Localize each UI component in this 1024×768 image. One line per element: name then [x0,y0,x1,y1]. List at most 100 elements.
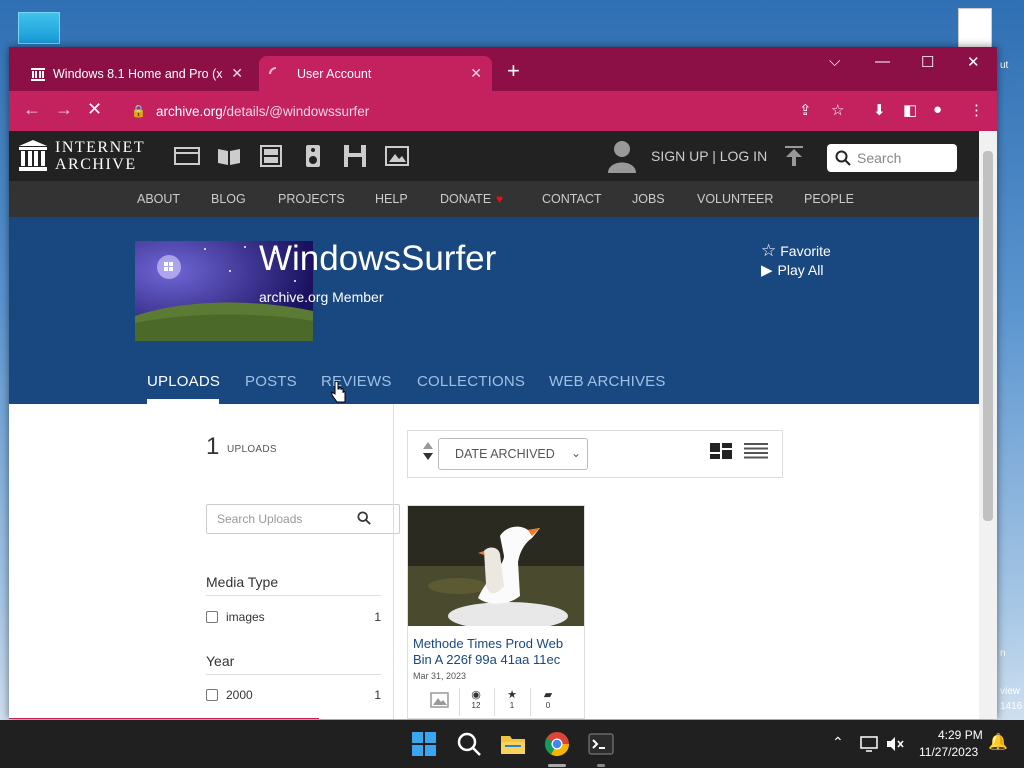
texts-icon[interactable] [216,145,242,167]
bottom-progress-line [9,718,319,719]
volume-muted-icon[interactable] [886,736,904,752]
favorite-label: Favorite [780,243,831,259]
web-icon[interactable] [174,145,200,167]
address-bar[interactable]: 🔒 archive.org/details/@windowssurfer [119,95,789,127]
upload-icon[interactable] [784,145,804,167]
new-tab-button[interactable]: + [507,59,520,83]
facet-label: images [226,610,265,624]
tab-uploads[interactable]: UPLOADS [147,373,220,390]
favorite-button[interactable]: ☆ Favorite [761,241,831,261]
item-tile[interactable]: Methode Times Prod Web Bin A 226f 99a 41… [407,505,585,719]
sort-select[interactable]: DATE ARCHIVED ⌄ [438,438,588,470]
list-view-icon[interactable] [744,443,768,459]
active-app-indicator [548,764,566,767]
bookmark-star-icon[interactable]: ☆ [831,101,844,119]
search-input[interactable]: Search [827,144,957,172]
grid-view-icon[interactable] [710,443,732,459]
archive-favicon-icon [31,67,45,81]
share-icon[interactable]: ⇪ [799,101,812,119]
scrollbar[interactable] [979,131,997,719]
logo-line1: INTERNET [55,139,146,156]
nav-help[interactable]: HELP [375,192,408,206]
play-icon: ▶ [761,262,773,279]
nav-projects[interactable]: PROJECTS [278,192,345,206]
search-icon[interactable] [455,730,483,758]
tab-search-chevron-icon[interactable]: ⌵ [829,53,840,70]
nav-contact[interactable]: CONTACT [542,192,602,206]
audio-icon[interactable] [300,145,326,167]
tab-user-account[interactable]: User Account ✕ [259,56,492,91]
favorites-count: 1 [509,701,515,710]
tab-posts[interactable]: POSTS [245,373,297,390]
logo-line2: ARCHIVE [55,156,137,173]
tab-collections[interactable]: COLLECTIONS [417,373,525,390]
close-window-button[interactable]: ✕ [967,53,980,71]
taskbar: ⌃ 4:29 PM 11/27/2023 🔔 [0,720,1024,768]
profile-icon[interactable]: ● [933,101,942,118]
terminal-icon[interactable] [587,730,615,758]
close-icon[interactable]: ✕ [470,65,482,82]
checkbox[interactable] [206,689,218,701]
eye-icon: ◉ [471,689,481,701]
software-icon[interactable] [342,145,368,167]
facet-row-2000[interactable]: 2000 1 [206,688,381,702]
chevron-up-icon[interactable]: ⌃ [832,734,844,751]
notification-bell-icon[interactable]: 🔔 [988,732,1008,752]
chrome-icon[interactable] [543,730,571,758]
play-all-button[interactable]: ▶ Play All [761,261,823,279]
reviews-count: 0 [545,701,551,710]
download-icon[interactable]: ⬇ [873,101,886,119]
video-icon[interactable] [258,145,284,167]
maximize-button[interactable]: ☐ [921,53,934,71]
column-divider [393,404,394,719]
loading-spinner-icon [269,66,277,74]
uploads-sidebar: 1 UPLOADS Search Uploads Media Type imag… [9,404,400,719]
stop-loading-button[interactable]: ✕ [87,99,102,120]
tab-windows-81[interactable]: Windows 8.1 Home and Pro (x8 ✕ [21,56,253,91]
divider [206,595,381,596]
nav-people[interactable]: PEOPLE [804,192,854,206]
close-icon[interactable]: ✕ [231,65,243,82]
minimize-button[interactable]: — [875,53,890,70]
file-explorer-icon[interactable] [499,730,527,758]
forward-button[interactable]: → [55,99,73,120]
signup-label: SIGN UP | LOG IN [651,148,768,164]
network-icon[interactable] [860,736,878,752]
search-placeholder: Search [857,150,902,166]
facet-title-media-type: Media Type [206,574,279,590]
scrollbar-thumb[interactable] [983,151,993,521]
images-icon[interactable] [384,145,410,167]
search-uploads-placeholder: Search Uploads [217,512,303,526]
nav-jobs[interactable]: JOBS [632,192,665,206]
desktop-icon-file[interactable] [958,8,992,48]
nav-blog[interactable]: BLOG [211,192,246,206]
search-icon[interactable] [357,511,371,525]
signup-login-link[interactable]: SIGN UP | LOG IN [607,139,767,173]
windows-start-icon[interactable] [410,730,438,758]
search-uploads-input[interactable]: Search Uploads [206,504,400,534]
tab-web-archives[interactable]: WEB ARCHIVES [549,373,666,390]
checkbox[interactable] [206,611,218,623]
clock-date[interactable]: 11/27/2023 [919,745,978,759]
nav-donate[interactable]: DONATE [440,192,491,206]
tab-title: Windows 8.1 Home and Pro (x8 [53,66,224,81]
nav-about[interactable]: ABOUT [137,192,180,206]
sort-direction-icon[interactable] [422,441,434,461]
divider [206,674,381,675]
url-path: /details/@windowssurfer [222,103,370,119]
sort-value: DATE ARCHIVED [455,447,555,461]
search-icon [835,150,851,166]
item-thumbnail[interactable] [408,506,584,626]
toolbar: ← → ✕ 🔒 archive.org/details/@windowssurf… [9,91,997,131]
facet-row-images[interactable]: images 1 [206,610,381,624]
nav-volunteer[interactable]: VOLUNTEER [697,192,773,206]
ia-logo[interactable]: INTERNET ARCHIVE [19,139,145,173]
item-title[interactable]: Methode Times Prod Web Bin A 226f 99a 41… [413,636,581,668]
clock-time[interactable]: 4:29 PM [938,728,983,742]
back-button[interactable]: ← [23,99,41,120]
desktop-icon-folder[interactable] [18,12,60,44]
favorites-stat: ★ 1 [494,688,530,710]
side-panel-icon[interactable]: ◧ [903,101,917,119]
menu-kebab-icon[interactable]: ⋮ [969,101,984,119]
browser-window: Windows 8.1 Home and Pro (x8 ✕ User Acco… [9,47,997,719]
